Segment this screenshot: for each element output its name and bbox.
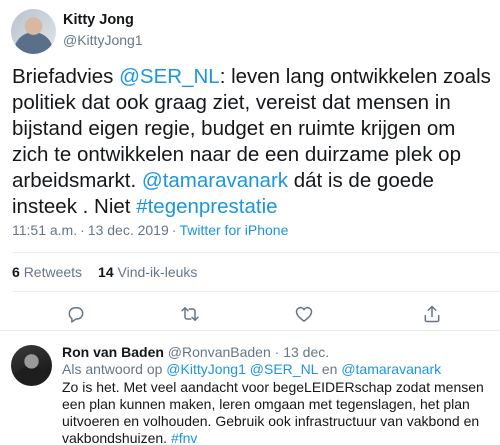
tweet-time[interactable]: 11:51 a.m. bbox=[12, 222, 77, 238]
meta-separator: · bbox=[171, 222, 177, 238]
retweets-stat[interactable]: 6 Retweets bbox=[12, 264, 82, 280]
heart-icon[interactable] bbox=[292, 302, 316, 326]
main-tweet: Kitty Jong @KittyJong1 Briefadvies @SER_… bbox=[0, 0, 500, 331]
reply-author-handle[interactable]: @RonvanBaden bbox=[168, 344, 271, 360]
author-name[interactable]: Kitty Jong bbox=[63, 12, 134, 28]
mention-ser-nl[interactable]: @SER_NL bbox=[250, 361, 318, 377]
likes-count: 14 bbox=[98, 264, 114, 280]
likes-stat[interactable]: 14 Vind-ik-leuks bbox=[98, 264, 197, 280]
hashtag-fnv[interactable]: #fnv bbox=[171, 430, 197, 445]
tweet-source[interactable]: Twitter for iPhone bbox=[179, 222, 288, 238]
retweet-icon[interactable] bbox=[178, 302, 202, 326]
tweet-stats: 6 Retweets 14 Vind-ik-leuks bbox=[12, 264, 197, 280]
mention-kittyjong1[interactable]: @KittyJong1 bbox=[166, 361, 246, 377]
mention-tamaravanark[interactable]: @tamaravanark bbox=[142, 169, 288, 192]
meta-separator: · bbox=[80, 222, 85, 238]
reply-to-prefix: Als antwoord op bbox=[62, 361, 167, 377]
divider bbox=[12, 252, 500, 253]
reply-icon[interactable] bbox=[64, 302, 88, 326]
tweet-date[interactable]: 13 dec. 2019 bbox=[88, 222, 169, 238]
avatar[interactable] bbox=[11, 9, 56, 54]
tweet-meta: 11:51 a.m. · 13 dec. 2019 · Twitter for iPho… bbox=[12, 222, 288, 238]
reply-text: Zo is het. Met veel aandacht voor begeLE… bbox=[62, 379, 494, 445]
hashtag-tegenprestatie[interactable]: #tegenprestatie bbox=[136, 195, 277, 218]
reply-to-line: Als antwoord op @KittyJong1 @SER_NL en @… bbox=[62, 361, 441, 377]
meta-separator: · bbox=[274, 344, 280, 360]
divider bbox=[12, 291, 500, 292]
reply-text-body: Zo is het. Met veel aandacht voor begeLE… bbox=[62, 379, 484, 445]
reply-date[interactable]: 13 dec. bbox=[283, 344, 329, 360]
reply-author-name[interactable]: Ron van Baden bbox=[62, 344, 164, 360]
likes-label: Vind-ik-leuks bbox=[117, 264, 198, 280]
author-handle[interactable]: @KittyJong1 bbox=[63, 32, 143, 48]
share-icon[interactable] bbox=[420, 302, 444, 326]
tweet-text: Briefadvies @SER_NL: leven lang ontwikke… bbox=[12, 64, 492, 220]
mention-tamaravanark[interactable]: @tamaravanark bbox=[341, 361, 441, 377]
reply-tweet[interactable]: Ron van Baden @RonvanBaden · 13 dec. Als… bbox=[0, 331, 500, 445]
mention-ser-nl[interactable]: @SER_NL bbox=[119, 65, 220, 88]
retweets-label: Retweets bbox=[23, 264, 83, 280]
tweet-actions bbox=[0, 302, 500, 326]
reply-to-and: en bbox=[317, 361, 342, 377]
tweet-text-part: Briefadvies bbox=[12, 65, 120, 88]
avatar[interactable] bbox=[11, 345, 52, 386]
retweets-count: 6 bbox=[12, 264, 20, 280]
reply-header: Ron van Baden @RonvanBaden · 13 dec. bbox=[62, 344, 329, 360]
